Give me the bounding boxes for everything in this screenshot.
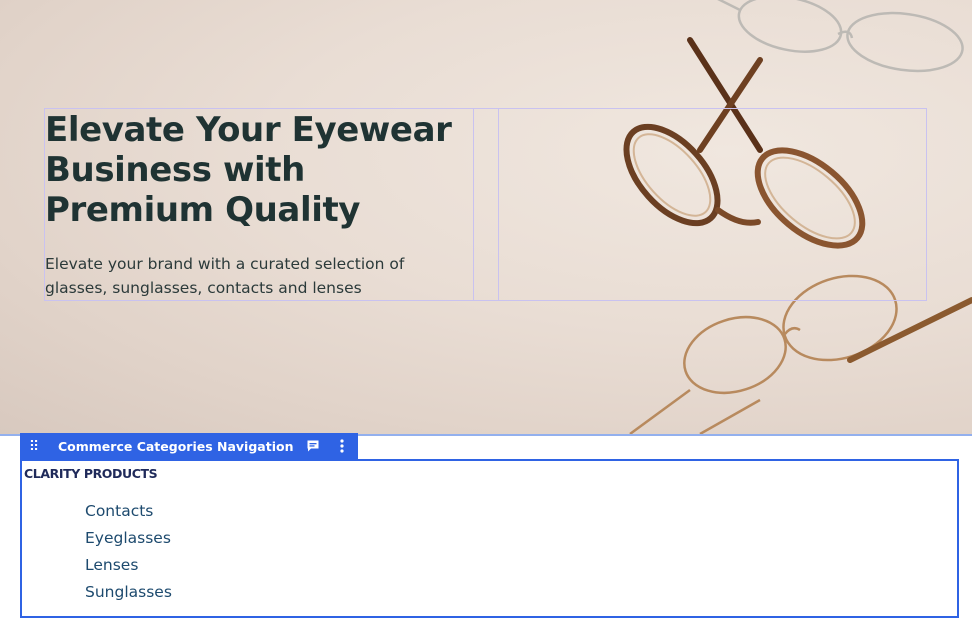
hero-spacer-column — [473, 108, 499, 301]
list-item: Lenses — [85, 552, 172, 579]
category-link-contacts[interactable]: Contacts — [85, 502, 153, 520]
list-item: Eyeglasses — [85, 525, 172, 552]
block-toolbar[interactable]: ⠿ Commerce Categories Navigation — [20, 433, 358, 459]
list-item: Contacts — [85, 498, 172, 525]
hero-empty-column — [498, 108, 927, 301]
category-link-lenses[interactable]: Lenses — [85, 556, 138, 574]
categories-heading: CLARITY PRODUCTS — [24, 466, 158, 481]
category-list: Contacts Eyeglasses Lenses Sunglasses — [85, 498, 172, 606]
list-item: Sunglasses — [85, 579, 172, 606]
more-vertical-icon[interactable] — [336, 437, 348, 455]
hero-title: Elevate Your Eyewear Business with Premi… — [45, 110, 452, 230]
hero-banner: Elevate Your Eyewear Business with Premi… — [0, 0, 972, 434]
hero-subtitle: Elevate your brand with a curated select… — [45, 255, 405, 297]
commerce-categories-navigation[interactable]: CLARITY PRODUCTS Contacts Eyeglasses Len… — [20, 459, 959, 618]
category-link-sunglasses[interactable]: Sunglasses — [85, 583, 172, 601]
comment-icon[interactable] — [306, 439, 320, 453]
drag-handle-icon[interactable]: ⠿ — [20, 438, 46, 455]
block-toolbar-label: Commerce Categories Navigation — [58, 438, 294, 454]
category-link-eyeglasses[interactable]: Eyeglasses — [85, 529, 171, 547]
